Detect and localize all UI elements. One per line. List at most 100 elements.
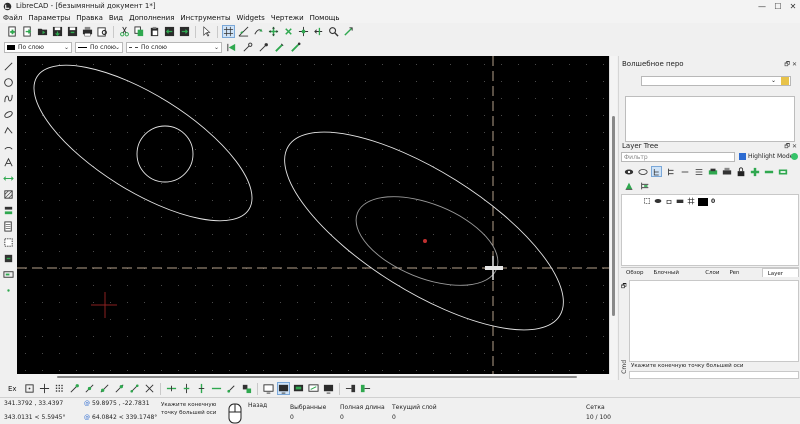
snap-distance-icon[interactable] [128, 382, 141, 395]
pen-width-combo[interactable]: По слою ⌄ [75, 41, 123, 53]
snap-grid-icon[interactable] [38, 382, 51, 395]
zoom-auto-icon[interactable] [297, 25, 310, 38]
menu-edit[interactable]: Правка [76, 14, 103, 22]
layer-visible-icon[interactable] [654, 197, 662, 207]
select-pointer-icon[interactable] [200, 25, 213, 38]
close-button[interactable]: ✕ [785, 0, 800, 12]
menu-view[interactable]: Вид [109, 14, 123, 22]
snap-intersection-icon[interactable] [143, 382, 156, 395]
arc-tool-icon[interactable] [2, 140, 15, 152]
restrict-vertical-icon[interactable] [180, 382, 193, 395]
snap-endpoint-icon[interactable] [68, 382, 81, 395]
snap-endpoint-icon[interactable] [257, 41, 270, 54]
layer-tool-icon[interactable] [639, 180, 650, 191]
paste-icon[interactable] [148, 25, 161, 38]
snap-grid-points-icon[interactable] [53, 382, 66, 395]
lock-icon[interactable] [735, 166, 746, 177]
scroll-thumb[interactable] [57, 376, 577, 378]
save-icon[interactable] [51, 25, 64, 38]
restrict-orthogonal-icon[interactable] [195, 382, 208, 395]
expand-icon[interactable] [665, 166, 676, 177]
snap-on-entity-icon[interactable] [83, 382, 96, 395]
hatch-tool-icon[interactable] [2, 188, 15, 200]
tab-pen-palette[interactable]: Pen Palette [724, 268, 761, 286]
tab-layer-tree[interactable]: Layer Tree [761, 268, 799, 287]
restrict-nothing-icon[interactable] [210, 382, 223, 395]
snap-pen-icon[interactable] [273, 41, 286, 54]
lock-relative-zero-icon[interactable] [240, 382, 253, 395]
layer-row[interactable]: 0 [624, 197, 798, 206]
copy-layer-icon[interactable] [623, 180, 634, 191]
text-tool-icon[interactable] [2, 156, 15, 168]
layer-lock-icon[interactable] [665, 197, 673, 207]
tab-block-list[interactable]: Блочный список [649, 268, 701, 286]
layer-name[interactable]: 0 [711, 198, 715, 205]
select-window-icon[interactable] [2, 236, 15, 248]
zoom-previous-icon[interactable] [312, 25, 325, 38]
zoom-pan-icon[interactable] [342, 25, 355, 38]
dimension-tool-icon[interactable] [2, 172, 15, 184]
exclusive-snap-label[interactable]: Ex [8, 385, 17, 393]
print-preview-icon[interactable] [96, 25, 109, 38]
view-active-icon[interactable] [276, 382, 290, 395]
menu-tools[interactable]: Инструменты [180, 14, 230, 22]
printer-icon[interactable] [721, 166, 732, 177]
open-file-icon[interactable] [36, 25, 49, 38]
line-tool-icon[interactable] [2, 60, 15, 72]
view-print-icon[interactable] [322, 382, 335, 395]
snap-free-icon[interactable] [23, 382, 36, 395]
command-input[interactable] [629, 371, 799, 379]
layer-color-swatch[interactable] [698, 197, 708, 206]
snap-center-icon[interactable] [98, 382, 111, 395]
modify-tool-icon[interactable] [2, 204, 15, 216]
hide-all-icon[interactable] [637, 166, 648, 177]
dock-float-close-icons[interactable]: 🗗 ✕ [784, 60, 797, 70]
back-arrow-icon[interactable] [225, 41, 238, 54]
redraw-icon[interactable] [252, 25, 265, 38]
highlight-mode-checkbox[interactable] [739, 153, 746, 160]
image-tool-icon[interactable] [2, 284, 15, 296]
draft-mode-icon[interactable] [237, 25, 250, 38]
layer-print-icon[interactable] [676, 197, 684, 207]
layer-construction-icon[interactable] [687, 197, 695, 207]
save-as-icon[interactable] [66, 25, 79, 38]
edit-layer-icon[interactable] [777, 166, 788, 177]
add-layer-icon[interactable] [707, 166, 718, 177]
pen-linetype-combo[interactable]: По слою ⌄ [126, 41, 222, 53]
zoom-out-icon[interactable] [282, 25, 295, 38]
palette-icon[interactable] [781, 77, 789, 85]
pen-color-combo[interactable]: По слою ⌄ [4, 41, 72, 53]
grid-toggle-icon[interactable] [222, 25, 235, 38]
list-icon[interactable] [693, 166, 704, 177]
snap-middle-icon[interactable] [113, 382, 126, 395]
view-grid-icon[interactable] [292, 382, 305, 395]
restrict-horizontal-icon[interactable] [165, 382, 178, 395]
view-icon[interactable] [262, 382, 275, 395]
redo-icon[interactable] [178, 25, 191, 38]
drawing-svg[interactable] [17, 56, 609, 374]
vertical-scrollbar[interactable] [609, 56, 617, 374]
show-all-icon[interactable] [623, 166, 634, 177]
tab-layers[interactable]: Слои [700, 268, 724, 277]
menu-widgets[interactable]: Widgets [237, 14, 265, 22]
menu-drawings[interactable]: Чертежи [271, 14, 304, 22]
scroll-thumb[interactable] [612, 116, 615, 316]
measure-tool-icon[interactable] [2, 220, 15, 232]
menu-help[interactable]: Помощь [310, 14, 340, 22]
menu-plugins[interactable]: Дополнения [129, 14, 174, 22]
block-tool-icon[interactable] [2, 268, 15, 280]
layer-tree-view-icon[interactable] [651, 166, 662, 177]
tab-overview[interactable]: Обзор [621, 268, 649, 277]
dock-float-icon[interactable]: 🗗 [621, 282, 627, 292]
info-tool-icon[interactable] [2, 252, 15, 264]
copy-icon[interactable] [133, 25, 146, 38]
relative-zero-icon[interactable] [225, 382, 238, 395]
view-draft-icon[interactable] [307, 382, 320, 395]
menu-options[interactable]: Параметры [28, 14, 70, 22]
drawing-canvas[interactable] [17, 56, 609, 374]
print-icon[interactable] [81, 25, 94, 38]
snap-free-icon[interactable] [241, 41, 254, 54]
menu-file[interactable]: Файл [3, 14, 22, 22]
zoom-in-icon[interactable] [267, 25, 280, 38]
new-file-icon[interactable] [6, 25, 19, 38]
